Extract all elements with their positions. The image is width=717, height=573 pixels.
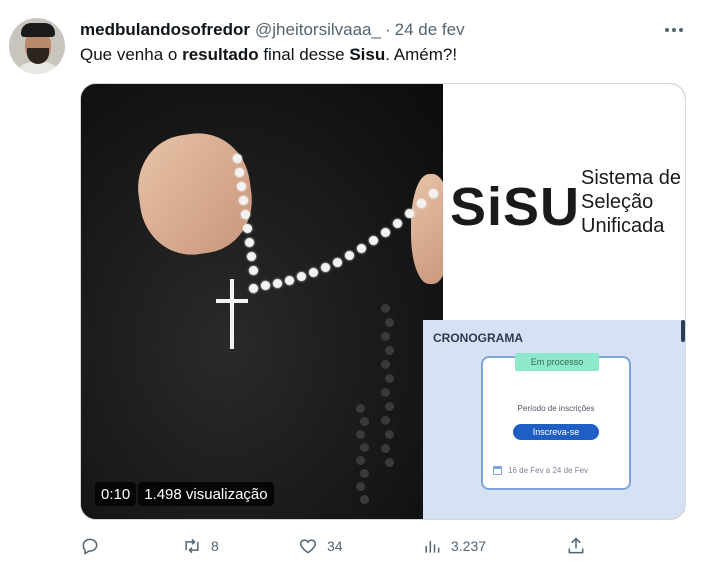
tweet-header: medbulandosofredor @jheitorsilvaaa_ · 24… bbox=[80, 19, 465, 41]
share-icon bbox=[568, 537, 584, 554]
video-player[interactable]: SiSU Sistema de Seleção Unificada CRONOG… bbox=[80, 83, 686, 520]
cronograma-card: Em processo Período de inscrições Inscre… bbox=[481, 353, 631, 490]
hand-left bbox=[131, 126, 259, 262]
reply-icon bbox=[82, 538, 98, 555]
rosary-bead bbox=[356, 430, 365, 439]
cronograma-title: CRONOGRAMA bbox=[433, 331, 523, 345]
video-time: 0:10 bbox=[95, 482, 137, 506]
rosary-bead bbox=[235, 168, 244, 177]
periodo-label: Período de inscrições bbox=[517, 404, 595, 413]
sisu-subtitle-line: Seleção bbox=[581, 191, 654, 213]
rosary-bead bbox=[381, 416, 390, 425]
rosary-bead bbox=[385, 374, 394, 383]
cross-icon bbox=[230, 279, 234, 349]
rosary-bead bbox=[273, 278, 282, 288]
sisu-subtitle-line: Unificada bbox=[581, 215, 665, 237]
views-icon bbox=[425, 541, 440, 553]
status-badge: Em processo bbox=[515, 353, 599, 371]
author-handle[interactable]: @jheitorsilvaaa_ bbox=[255, 20, 381, 40]
action-bar: 8 34 3.237 bbox=[76, 534, 606, 558]
avatar[interactable] bbox=[9, 18, 65, 74]
more-options-icon[interactable] bbox=[660, 18, 688, 42]
rosary-bead bbox=[393, 218, 402, 228]
rosary-bead bbox=[385, 346, 394, 355]
rosary-bead bbox=[356, 456, 365, 465]
rosary-bead bbox=[261, 281, 270, 291]
cross-icon-bar bbox=[216, 299, 248, 303]
rosary-bead bbox=[385, 402, 394, 411]
rosary-bead bbox=[385, 430, 394, 439]
rosary-bead bbox=[381, 332, 390, 341]
rosary-bead bbox=[239, 196, 248, 205]
rosary-bead bbox=[356, 404, 365, 413]
rosary-bead bbox=[356, 482, 365, 491]
video-frame-rosary bbox=[81, 84, 451, 519]
views-button[interactable]: 3.237 bbox=[422, 534, 486, 558]
views-count: 3.237 bbox=[451, 538, 487, 554]
avatar-cap bbox=[21, 23, 55, 37]
retweet-button[interactable]: 8 bbox=[182, 534, 219, 558]
rosary-bead bbox=[249, 266, 258, 275]
rosary-bead bbox=[381, 388, 390, 397]
rosary-bead bbox=[345, 251, 354, 261]
rosary-bead bbox=[321, 263, 330, 273]
rosary-bead bbox=[360, 495, 369, 504]
inscreva-button: Inscreva-se bbox=[513, 424, 599, 440]
rosary-bead bbox=[385, 458, 394, 467]
rosary-bead bbox=[369, 236, 378, 246]
rosary-bead bbox=[297, 272, 306, 282]
cronograma-panel: CRONOGRAMA Em processo Período de inscri… bbox=[423, 320, 685, 519]
share-button[interactable] bbox=[566, 534, 586, 558]
rosary-bead bbox=[360, 417, 369, 426]
rosary-bead bbox=[417, 199, 426, 209]
sisu-subtitle-line: Sistema de bbox=[581, 167, 682, 189]
tweet-date[interactable]: 24 de fev bbox=[395, 20, 465, 40]
reply-button[interactable] bbox=[80, 534, 100, 558]
tweet-text-bold: resultado bbox=[182, 45, 259, 64]
rosary-bead bbox=[360, 443, 369, 452]
retweet-icon bbox=[185, 538, 199, 554]
date-range-text: 16 de Fev a 24 de Fev bbox=[508, 466, 589, 475]
tweet-text-part: Que venha o bbox=[80, 45, 183, 64]
rosary-bead bbox=[243, 224, 252, 233]
tweet-text: Que venha o resultado final desse Sisu. … bbox=[80, 45, 457, 65]
rosary-bead bbox=[245, 238, 254, 247]
rosary-bead bbox=[381, 227, 390, 237]
cronograma-scrollbar bbox=[681, 320, 685, 342]
rosary-bead bbox=[233, 154, 242, 163]
video-overlay: 0:10 1.498 visualização bbox=[95, 482, 274, 506]
like-count: 34 bbox=[327, 538, 343, 554]
separator-dot: · bbox=[384, 20, 391, 39]
rosary-bead bbox=[429, 189, 438, 198]
video-views: 1.498 visualização bbox=[138, 482, 274, 506]
rosary-bead bbox=[249, 284, 258, 293]
rosary-bead bbox=[237, 182, 246, 191]
tweet-text-part: final desse bbox=[258, 45, 350, 64]
rosary-bead bbox=[381, 444, 390, 453]
like-button[interactable]: 34 bbox=[298, 534, 343, 558]
date-range: 16 de Fev a 24 de Fev bbox=[493, 466, 588, 475]
rosary-bead bbox=[381, 360, 390, 369]
sisu-subtitle: Sistema de Seleção Unificada bbox=[581, 166, 681, 238]
rosary-bead bbox=[385, 318, 394, 327]
retweet-count: 8 bbox=[211, 538, 219, 554]
tweet[interactable]: medbulandosofredor @jheitorsilvaaa_ · 24… bbox=[0, 0, 717, 573]
rosary-bead bbox=[357, 244, 366, 254]
rosary-bead bbox=[405, 208, 414, 218]
sisu-logo: SiSU bbox=[450, 177, 581, 237]
rosary-bead bbox=[309, 267, 318, 277]
tweet-text-bold: Sisu bbox=[349, 45, 386, 64]
heart-icon bbox=[299, 539, 317, 554]
rosary-bead bbox=[241, 210, 250, 219]
rosary-bead bbox=[360, 469, 369, 478]
author-name[interactable]: medbulandosofredor bbox=[80, 20, 250, 40]
tweet-text-part: . Amém?! bbox=[385, 45, 458, 64]
rosary-bead bbox=[247, 252, 256, 261]
rosary-bead bbox=[381, 304, 390, 313]
rosary-bead bbox=[333, 257, 342, 267]
calendar-icon bbox=[493, 466, 502, 475]
rosary-bead bbox=[285, 275, 294, 285]
